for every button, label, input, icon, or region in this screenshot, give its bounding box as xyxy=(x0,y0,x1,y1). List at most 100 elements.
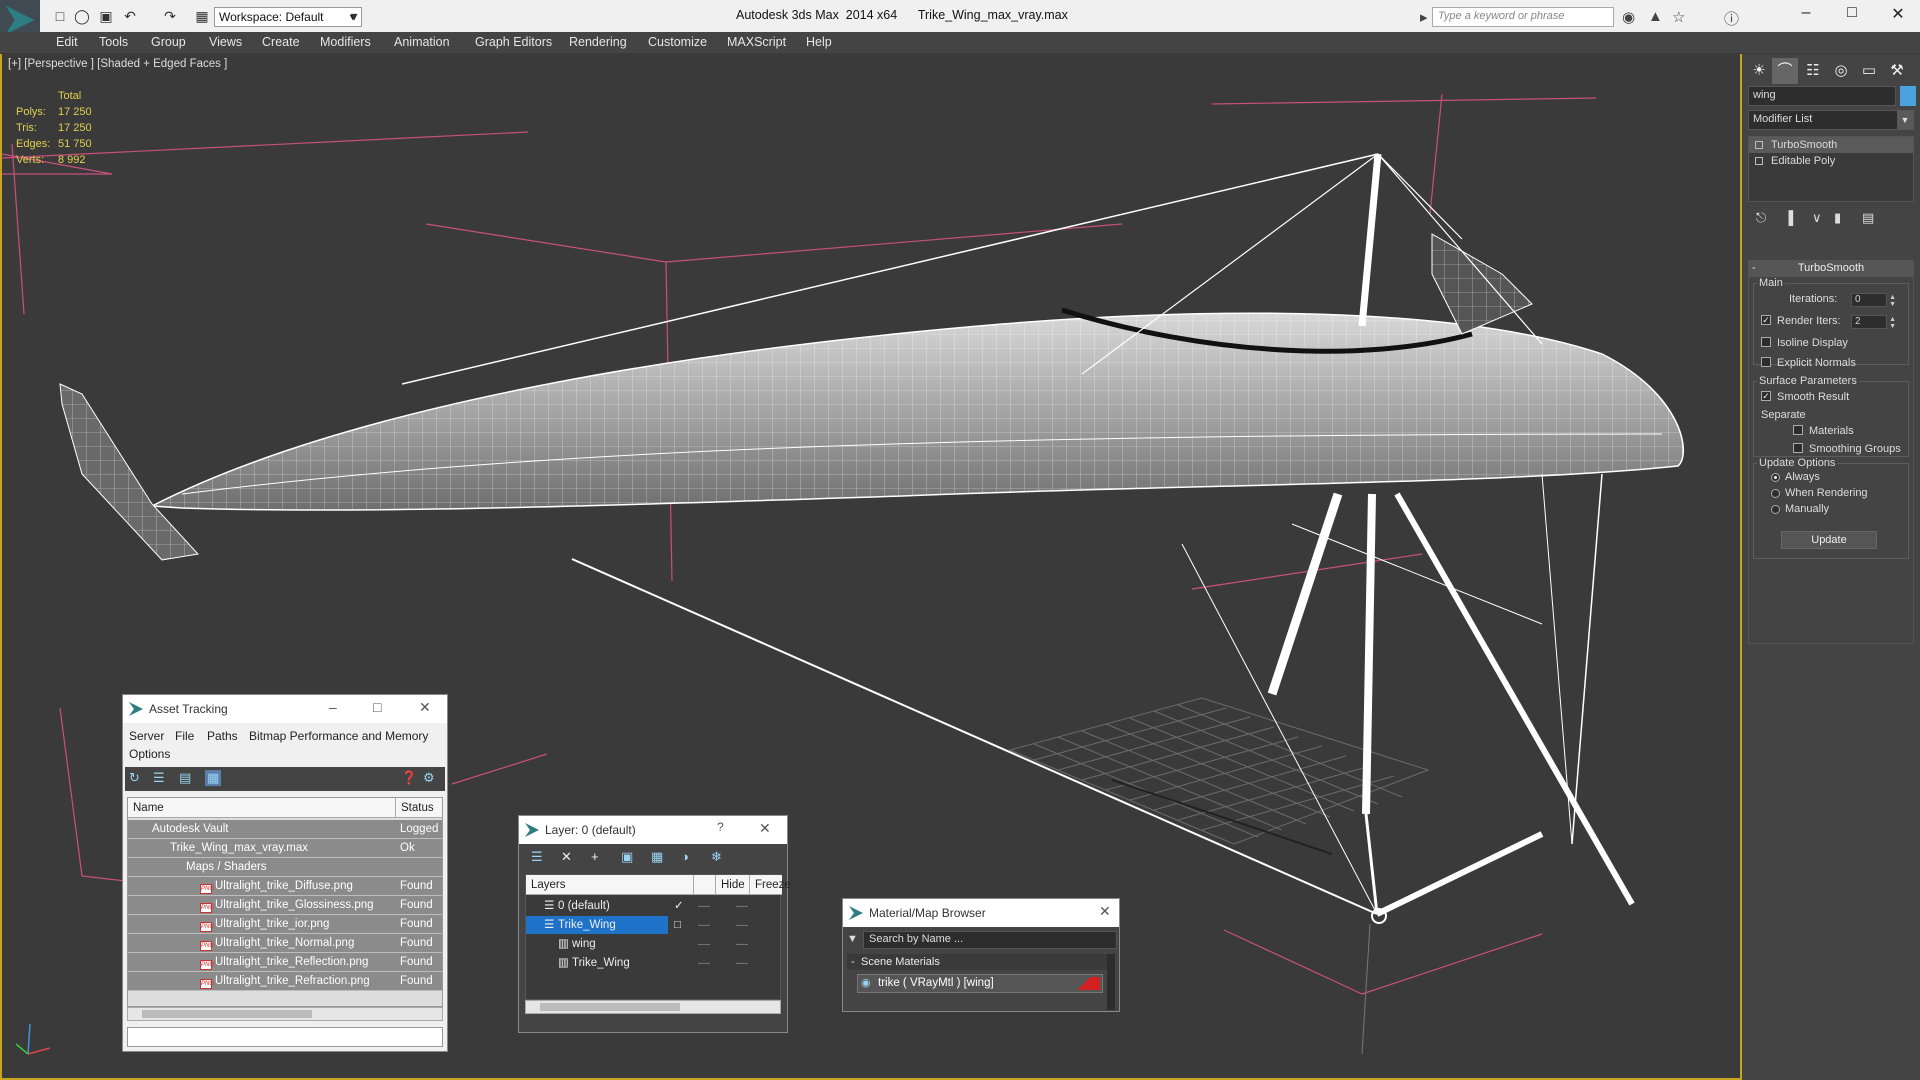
favorites-star-icon[interactable]: ☆ xyxy=(1672,8,1685,26)
manually-radio[interactable] xyxy=(1771,505,1780,514)
scrollbar-thumb[interactable] xyxy=(142,1010,312,1018)
table-row[interactable]: PNGUltralight_trike_Diffuse.png Found xyxy=(128,877,442,896)
asset-menu-options[interactable]: Options xyxy=(129,747,170,761)
refresh-icon[interactable]: ↻ xyxy=(129,770,140,786)
project-folder-icon[interactable]: ▦ xyxy=(192,8,212,26)
stack-item-editable-poly[interactable]: Editable Poly xyxy=(1749,153,1913,169)
tree-view-icon[interactable]: ▤ xyxy=(179,770,191,786)
show-end-result-icon[interactable]: ▐ xyxy=(1784,210,1793,225)
select-objects-icon[interactable]: ▣ xyxy=(621,849,633,865)
display-tab-icon[interactable]: ▭ xyxy=(1856,58,1882,84)
set-current-box-icon[interactable]: □ xyxy=(674,916,681,934)
maximize-button[interactable]: □ xyxy=(1830,4,1874,26)
table-row[interactable]: Maps / Shaders xyxy=(128,858,442,877)
save-icon[interactable]: ▣ xyxy=(96,8,116,26)
expand-icon[interactable] xyxy=(1755,157,1763,165)
delete-layer-icon[interactable]: ✕ xyxy=(561,849,572,865)
update-button[interactable]: Update xyxy=(1781,531,1877,549)
asset-path-field[interactable] xyxy=(127,1027,443,1047)
table-row[interactable]: PNGUltralight_trike_Normal.png Found xyxy=(128,934,442,953)
modify-tab-icon[interactable]: ⌒ xyxy=(1772,58,1798,84)
motion-tab-icon[interactable]: ◎ xyxy=(1828,58,1854,84)
stack-item-turbosmooth[interactable]: TurboSmooth xyxy=(1749,137,1913,153)
menu-modifiers[interactable]: Modifiers xyxy=(320,35,371,49)
materials-checkbox[interactable] xyxy=(1793,425,1803,435)
when-rendering-radio[interactable] xyxy=(1771,489,1780,498)
help-icon[interactable]: ❓ xyxy=(401,770,417,786)
table-row[interactable]: PNGUltralight_trike_Reflection.png Found xyxy=(128,953,442,972)
table-row[interactable]: PNGUltralight_trike_ior.png Found xyxy=(128,915,442,934)
menu-customize[interactable]: Customize xyxy=(648,35,707,49)
layer-help-icon[interactable]: ? xyxy=(717,820,724,834)
horizontal-scrollbar[interactable] xyxy=(127,1007,443,1021)
search-input[interactable]: Type a keyword or phrase xyxy=(1432,7,1614,27)
open-file-icon[interactable]: ◯ xyxy=(72,8,92,26)
list-view-icon[interactable]: ☰ xyxy=(153,770,165,786)
modifier-list-dropdown[interactable]: Modifier List ▼ xyxy=(1748,110,1914,130)
settings-icon[interactable]: ⚙ xyxy=(423,770,435,786)
layer-window-titlebar[interactable]: Layer: 0 (default) ? ✕ xyxy=(519,816,787,844)
turbosmooth-rollout-header[interactable]: - TurboSmooth xyxy=(1748,260,1914,276)
browser-options-icon[interactable]: ▼ xyxy=(847,933,858,945)
quick-access-dropdown-icon[interactable]: ▾ xyxy=(344,8,364,26)
active-layer-check-icon[interactable]: ✓ xyxy=(674,897,684,915)
column-header-status[interactable]: Status xyxy=(396,798,442,818)
render-iters-checkbox[interactable]: ✓ xyxy=(1761,315,1771,325)
layer-row[interactable]: ▥ wing ---- ---- xyxy=(526,935,780,954)
binoculars-icon[interactable]: ◉ xyxy=(1622,8,1635,26)
asset-menu-paths[interactable]: Paths xyxy=(207,729,238,743)
menu-graph-editors[interactable]: Graph Editors xyxy=(475,35,552,49)
column-header-freeze[interactable]: Freeze xyxy=(750,875,791,895)
column-header-hide[interactable]: Hide xyxy=(716,875,750,895)
menu-create[interactable]: Create xyxy=(262,35,300,49)
menu-maxscript[interactable]: MAXScript xyxy=(727,35,786,49)
vertical-scrollbar[interactable] xyxy=(1107,954,1115,1010)
scrollbar-thumb[interactable] xyxy=(540,1003,680,1011)
table-row[interactable]: Trike_Wing_max_vray.max Ok xyxy=(128,839,442,858)
close-icon[interactable]: ✕ xyxy=(1099,903,1111,920)
highlight-layer-icon[interactable]: ▦ xyxy=(651,849,663,865)
iterations-spinner[interactable]: 0 ▲ ▼ xyxy=(1851,293,1896,308)
workspace-dropdown[interactable]: Workspace: Default ▼ xyxy=(214,7,362,27)
isoline-display-checkbox[interactable] xyxy=(1761,337,1771,347)
table-row[interactable]: Autodesk Vault Logged xyxy=(128,820,442,839)
viewport-label[interactable]: [+] [Perspective ] [Shaded + Edged Faces… xyxy=(8,58,227,70)
remove-modifier-icon[interactable]: ▮ xyxy=(1834,210,1841,226)
material-item[interactable]: ◉ trike ( VRayMtl ) [wing] xyxy=(857,974,1103,993)
menu-tools[interactable]: Tools xyxy=(99,35,128,49)
asset-menu-server[interactable]: Server xyxy=(129,729,164,743)
utilities-tab-icon[interactable]: ⚒ xyxy=(1884,58,1910,84)
undo-icon[interactable]: ↶ xyxy=(120,8,140,26)
freeze-all-icon[interactable]: ❄ xyxy=(711,849,722,865)
asset-menu-bitmap-performance[interactable]: Bitmap Performance and Memory xyxy=(249,729,428,743)
redo-icon[interactable]: ↷ xyxy=(160,8,180,26)
asset-tracking-titlebar[interactable]: Asset Tracking – □ ✕ xyxy=(123,695,447,723)
layer-row[interactable]: ▥ Trike_Wing ---- ---- xyxy=(526,954,780,973)
table-row[interactable]: PNGUltralight_trike_Glossiness.png Found xyxy=(128,896,442,915)
render-iters-spinner[interactable]: 2 ▲ ▼ xyxy=(1851,315,1896,330)
layer-row[interactable]: ☰ Trike_Wing □ ---- ---- xyxy=(526,916,780,935)
search-by-name-input[interactable]: Search by Name ... xyxy=(863,931,1117,949)
hide-all-icon[interactable]: ◑ xyxy=(681,849,689,864)
create-tab-icon[interactable]: ☀ xyxy=(1746,58,1772,84)
menu-group[interactable]: Group xyxy=(151,35,186,49)
menu-edit[interactable]: Edit xyxy=(56,35,78,49)
object-name-input[interactable]: wing xyxy=(1748,86,1896,106)
smoothing-groups-checkbox[interactable] xyxy=(1793,443,1803,453)
asset-menu-file[interactable]: File xyxy=(175,729,194,743)
material-browser-titlebar[interactable]: Material/Map Browser ✕ xyxy=(843,899,1119,927)
maximize-icon[interactable]: □ xyxy=(373,699,381,715)
table-row[interactable]: PNGUltralight_trike_Refraction.png Found xyxy=(128,972,442,991)
pin-stack-icon[interactable]: ⎋ xyxy=(1756,210,1766,226)
layer-row[interactable]: ☰ 0 (default) ✓ ---- ---- xyxy=(526,897,780,916)
close-icon[interactable]: ✕ xyxy=(419,699,431,716)
horizontal-scrollbar[interactable] xyxy=(525,1000,781,1014)
table-view-icon[interactable]: ▦ xyxy=(205,770,222,786)
expand-search-icon[interactable]: ▸ xyxy=(1420,8,1428,26)
explicit-normals-checkbox[interactable] xyxy=(1761,357,1771,367)
menu-views[interactable]: Views xyxy=(209,35,242,49)
column-header-layers[interactable]: Layers xyxy=(526,875,694,895)
smooth-result-checkbox[interactable]: ✓ xyxy=(1761,391,1771,401)
minimize-button[interactable]: – xyxy=(1784,4,1828,26)
column-header-name[interactable]: Name xyxy=(128,798,396,818)
